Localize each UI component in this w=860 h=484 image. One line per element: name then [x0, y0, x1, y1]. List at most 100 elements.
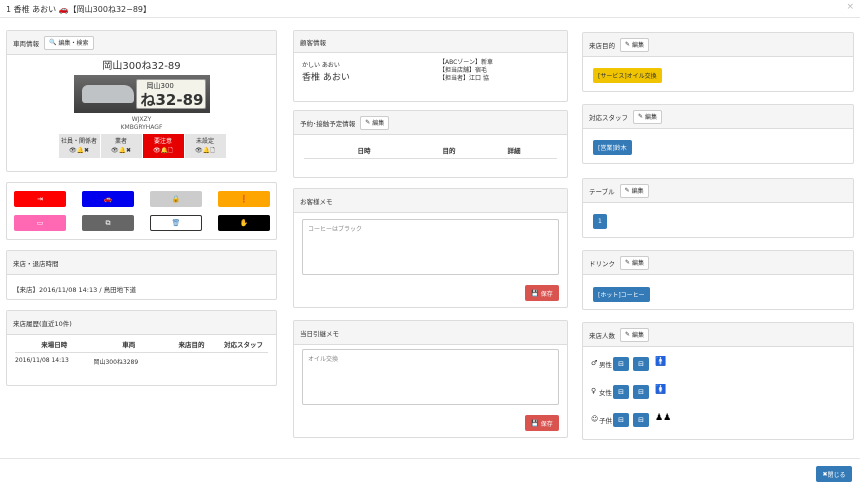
handover-memo-title: 当日引継メモ — [300, 329, 339, 338]
female-plus-button[interactable]: ⊟ — [633, 385, 649, 399]
column-header: 来店目的 — [178, 341, 205, 349]
child-plus-button[interactable]: ⊟ — [633, 413, 649, 427]
contact-flag-label: 社員・関係者 — [60, 138, 97, 145]
customer-memo-panel: お客様メモ コーヒーはブラック 💾 保存 — [293, 188, 568, 308]
drink-edit-button[interactable]: ✎ 編集 — [620, 255, 650, 270]
handover-memo-save-button[interactable]: 💾 保存 — [525, 415, 559, 431]
reservation-header: 予約･接触予定情報 ✎ 編集 — [294, 111, 567, 135]
handover-memo-panel: 当日引継メモ オイル交換 💾 保存 — [293, 320, 568, 438]
plate-number-title: 岡山300ね32-89 — [102, 61, 181, 72]
visitor-count-edit-button[interactable]: ✎ 編集 — [620, 327, 650, 342]
car-button[interactable]: 🚗 — [82, 191, 134, 207]
hand-button[interactable]: ✋ — [218, 215, 270, 231]
contact-flag-unset[interactable]: 未設定 👁🔔🗋 — [183, 134, 226, 158]
history-staff — [219, 357, 268, 366]
contact-flag-icons: 👁🔔✖ — [68, 147, 90, 154]
lock-button[interactable]: 🔒 — [150, 191, 202, 207]
child-figure-icon: ♟♟ — [655, 413, 672, 423]
reservation-panel: 予約･接触予定情報 ✎ 編集 日時 目的 詳細 — [293, 110, 568, 178]
vehicle-body: 岡山300ね32-89 岡山300 ね32-89 WJXZY KMBGRYHAG… — [7, 57, 276, 158]
table-edit-button[interactable]: ✎ 編集 — [619, 183, 649, 198]
close-icon[interactable]: × — [846, 2, 854, 12]
male-label: 男性 — [599, 361, 612, 369]
contact-flag-vendor[interactable]: 業者 👁🔔✖ — [99, 134, 142, 158]
plate-number: ね32-89 — [140, 91, 204, 109]
visitor-count-header: 来店人数 ✎ 編集 — [583, 323, 853, 347]
history-vehicle: 岡山300ね3289 — [93, 359, 139, 366]
history-date: 2016/11/08 14:13 — [15, 357, 69, 364]
staff-edit-button[interactable]: ✎ 編集 — [633, 109, 663, 124]
staff-panel: 対応スタッフ ✎ 編集 [営業]鈴木 — [582, 104, 854, 164]
lock-icon: 🔒 — [171, 195, 181, 203]
contact-flag-label: 業者 — [114, 138, 127, 145]
license-plate: 岡山300 ね32-89 — [135, 79, 206, 109]
staff-header: 対応スタッフ ✎ 編集 — [583, 105, 853, 129]
table-title: テーブル — [589, 187, 615, 196]
table-row[interactable]: 2016/11/08 14:13 岡山300ね3289 — [15, 353, 268, 370]
customer-memo-textarea[interactable]: コーヒーはブラック — [302, 219, 559, 275]
vehicle-photo: 岡山300 ね32-89 — [73, 75, 210, 113]
column-header: 目的 — [442, 147, 456, 155]
edit-icon: ✎ — [365, 119, 371, 126]
contact-flag-staff[interactable]: 社員・関係者 👁🔔✖ — [57, 134, 100, 158]
vehicle-edit-search-button[interactable]: 🔍 編集・検索 — [44, 35, 94, 50]
customer-memo-title: お客様メモ — [300, 197, 333, 206]
footer-divider — [0, 458, 860, 459]
close-button[interactable]: ✖ 閉じる — [816, 466, 852, 482]
contact-flag-icons: 👁🔔🗋 — [195, 147, 215, 154]
save-label: 保存 — [540, 420, 553, 428]
visit-purpose-edit-button[interactable]: ✎ 編集 — [620, 37, 650, 52]
contact-flag-label: 要注意 — [153, 138, 172, 145]
contact-flag-icons: 👁🔔🗋 — [153, 147, 173, 154]
male-plus-button[interactable]: ⊟ — [633, 357, 649, 371]
column-header: 日時 — [357, 147, 371, 155]
customer-detail: 【担当者】江口 協 — [439, 75, 489, 82]
reservation-edit-button[interactable]: ✎ 編集 — [360, 115, 390, 130]
visit-purpose-tag[interactable]: [サービス]オイル交換 — [593, 68, 662, 83]
vehicle-edit-search-label: 編集・検索 — [58, 40, 89, 47]
modal-header: 1 香椎 あおい 🚗【岡山300ね32−89】 × — [0, 0, 860, 18]
staff-tag[interactable]: [営業]鈴木 — [593, 140, 632, 155]
male-minus-button[interactable]: ⊟ — [613, 357, 629, 371]
trash-icon: 🗑 — [171, 219, 181, 227]
visitor-count-title: 来店人数 — [589, 331, 615, 340]
drink-tag[interactable]: [ホット]コーヒー — [593, 287, 650, 302]
handover-memo-textarea[interactable]: オイル交換 — [302, 349, 559, 405]
child-minus-button[interactable]: ⊟ — [613, 413, 629, 427]
copy-button[interactable]: ⧉ — [82, 215, 134, 231]
edit-icon: ✎ — [624, 187, 630, 194]
contact-flags: 社員・関係者 👁🔔✖ 業者 👁🔔✖ 要注意 👁🔔🗋 未設定 👁🔔🗋 — [7, 134, 276, 158]
edit-icon: ✎ — [625, 41, 631, 48]
save-icon: 💾 — [531, 419, 539, 427]
trash-button[interactable]: 🗑 — [150, 215, 202, 231]
edit-icon: ✎ — [625, 331, 631, 338]
table-tag[interactable]: 1 — [593, 214, 607, 229]
visit-time-panel: 来店・退店時間 【来店】2016/11/08 14:13 / 鳥田地下道 — [6, 250, 277, 300]
visit-purpose-title: 来店目的 — [589, 41, 615, 50]
visit-history-table: 来場日時 車両 来店目的 対応スタッフ 2016/11/08 14:13 岡山3… — [7, 335, 276, 370]
table-panel: テーブル ✎ 編集 1 — [582, 178, 854, 238]
child-symbol-icon: ☺ — [591, 415, 599, 423]
exit-icon: ⇥ — [37, 195, 43, 203]
contact-flag-label: 未設定 — [195, 138, 214, 145]
customer-info-panel: 顧客情報 かしい あおい 香椎 あおい 【ABCゾーン】新車 【担当店舗】宿毛 … — [293, 30, 568, 102]
customer-info-title: 顧客情報 — [300, 38, 326, 47]
alert-button[interactable]: ❗ — [218, 191, 270, 207]
save-icon: 💾 — [531, 289, 539, 297]
customer-memo-save-button[interactable]: 💾 保存 — [525, 285, 559, 301]
history-purpose — [164, 357, 219, 366]
female-label: 女性 — [599, 389, 612, 397]
female-minus-button[interactable]: ⊟ — [613, 385, 629, 399]
visit-time-title: 来店・退店時間 — [13, 259, 59, 268]
copy-icon: ⧉ — [105, 218, 111, 227]
reservation-table: 日時 目的 詳細 — [294, 135, 567, 159]
customer-details: 【ABCゾーン】新車 【担当店舗】宿毛 【担当者】江口 協 — [439, 59, 493, 83]
card-button[interactable]: ▭ — [14, 215, 66, 231]
edit-label: 編集 — [645, 114, 658, 121]
male-figure-icon: 🚹 — [655, 357, 667, 367]
customer-memo-header: お客様メモ — [294, 189, 567, 213]
exit-button[interactable]: ⇥ — [14, 191, 66, 207]
contact-flag-caution[interactable]: 要注意 👁🔔🗋 — [141, 134, 184, 158]
female-symbol-icon: ♀ — [591, 387, 597, 395]
card-icon: ▭ — [36, 219, 44, 227]
